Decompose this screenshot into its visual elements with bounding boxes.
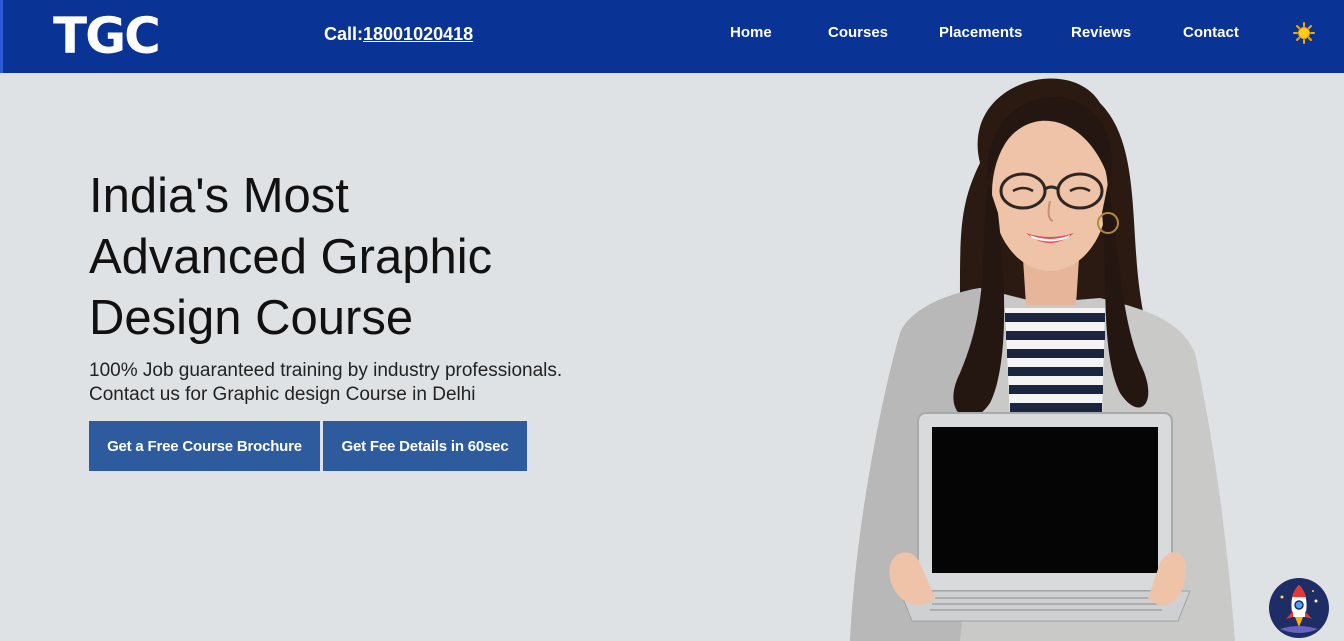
hero-subtitle-line: Contact us for Graphic design Course in … — [89, 384, 476, 405]
site-header: TGC Call:18001020418 Home Courses Placem… — [0, 0, 1344, 73]
hero-title: India's Most Advanced Graphic Design Cou… — [89, 166, 609, 349]
hero-subtitle: 100% Job guaranteed training by industry… — [89, 359, 649, 407]
sun-icon[interactable] — [1293, 22, 1315, 44]
fee-details-button[interactable]: Get Fee Details in 60sec — [323, 421, 527, 471]
nav-home[interactable]: Home — [730, 24, 772, 41]
hero-title-line: Design Course — [89, 291, 414, 345]
hero-subtitle-line: 100% Job guaranteed training by industry… — [89, 360, 563, 381]
free-brochure-button[interactable]: Get a Free Course Brochure — [89, 421, 320, 471]
nav-contact[interactable]: Contact — [1183, 24, 1239, 41]
hero-title-line: India's Most — [89, 169, 349, 223]
hero-title-line: Advanced Graphic — [89, 230, 493, 284]
nav-reviews[interactable]: Reviews — [1071, 24, 1131, 41]
nav-placements[interactable]: Placements — [939, 24, 1022, 41]
main-nav: Home Courses Placements Reviews Contact — [3, 24, 1344, 46]
nav-courses[interactable]: Courses — [828, 24, 888, 41]
hero-photo-woman-laptop — [850, 78, 1235, 641]
rocket-icon[interactable] — [1268, 577, 1330, 639]
